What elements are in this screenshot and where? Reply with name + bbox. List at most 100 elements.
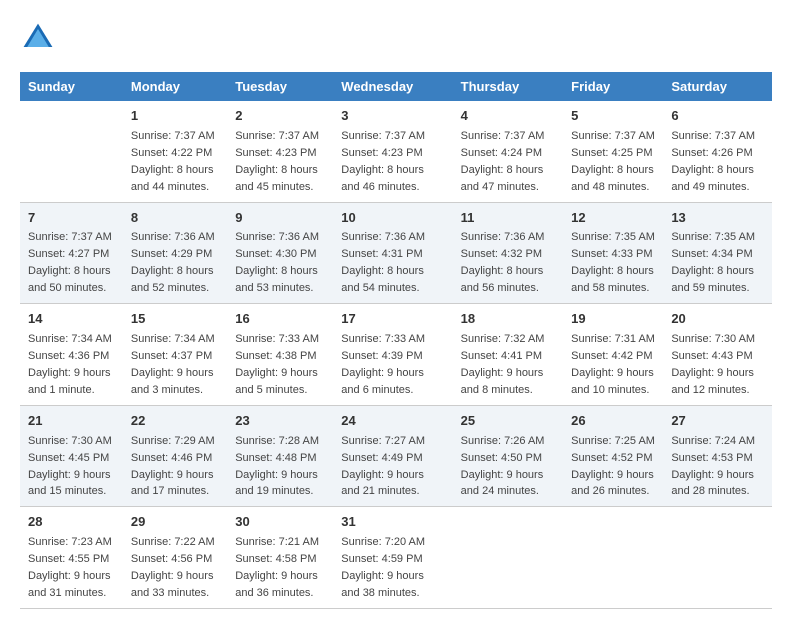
column-header-wednesday: Wednesday bbox=[333, 72, 452, 101]
day-info: Sunrise: 7:31 AMSunset: 4:42 PMDaylight:… bbox=[571, 333, 655, 396]
day-info: Sunrise: 7:30 AMSunset: 4:45 PMDaylight:… bbox=[28, 435, 112, 498]
day-info: Sunrise: 7:36 AMSunset: 4:30 PMDaylight:… bbox=[235, 231, 319, 294]
calendar-cell: 28 Sunrise: 7:23 AMSunset: 4:55 PMDaylig… bbox=[20, 507, 123, 609]
day-info: Sunrise: 7:33 AMSunset: 4:39 PMDaylight:… bbox=[341, 333, 425, 396]
calendar-cell: 17 Sunrise: 7:33 AMSunset: 4:39 PMDaylig… bbox=[333, 304, 452, 406]
day-info: Sunrise: 7:37 AMSunset: 4:27 PMDaylight:… bbox=[28, 231, 112, 294]
column-header-thursday: Thursday bbox=[453, 72, 564, 101]
day-number: 18 bbox=[461, 310, 556, 329]
day-number: 12 bbox=[571, 209, 655, 228]
calendar-cell: 31 Sunrise: 7:20 AMSunset: 4:59 PMDaylig… bbox=[333, 507, 452, 609]
day-number: 3 bbox=[341, 107, 444, 126]
calendar-cell: 25 Sunrise: 7:26 AMSunset: 4:50 PMDaylig… bbox=[453, 405, 564, 507]
day-number: 20 bbox=[671, 310, 764, 329]
day-info: Sunrise: 7:37 AMSunset: 4:26 PMDaylight:… bbox=[671, 130, 755, 193]
day-info: Sunrise: 7:21 AMSunset: 4:58 PMDaylight:… bbox=[235, 536, 319, 599]
calendar-table: SundayMondayTuesdayWednesdayThursdayFrid… bbox=[20, 72, 772, 609]
day-info: Sunrise: 7:29 AMSunset: 4:46 PMDaylight:… bbox=[131, 435, 215, 498]
day-number: 21 bbox=[28, 412, 115, 431]
day-info: Sunrise: 7:37 AMSunset: 4:22 PMDaylight:… bbox=[131, 130, 215, 193]
day-info: Sunrise: 7:22 AMSunset: 4:56 PMDaylight:… bbox=[131, 536, 215, 599]
day-number: 16 bbox=[235, 310, 325, 329]
day-number: 30 bbox=[235, 513, 325, 532]
day-info: Sunrise: 7:37 AMSunset: 4:25 PMDaylight:… bbox=[571, 130, 655, 193]
day-number: 26 bbox=[571, 412, 655, 431]
calendar-cell: 21 Sunrise: 7:30 AMSunset: 4:45 PMDaylig… bbox=[20, 405, 123, 507]
calendar-cell: 30 Sunrise: 7:21 AMSunset: 4:58 PMDaylig… bbox=[227, 507, 333, 609]
week-row-5: 28 Sunrise: 7:23 AMSunset: 4:55 PMDaylig… bbox=[20, 507, 772, 609]
day-number: 10 bbox=[341, 209, 444, 228]
calendar-cell: 5 Sunrise: 7:37 AMSunset: 4:25 PMDayligh… bbox=[563, 101, 663, 202]
calendar-cell: 23 Sunrise: 7:28 AMSunset: 4:48 PMDaylig… bbox=[227, 405, 333, 507]
calendar-cell: 27 Sunrise: 7:24 AMSunset: 4:53 PMDaylig… bbox=[663, 405, 772, 507]
day-number: 31 bbox=[341, 513, 444, 532]
day-number: 27 bbox=[671, 412, 764, 431]
calendar-cell: 6 Sunrise: 7:37 AMSunset: 4:26 PMDayligh… bbox=[663, 101, 772, 202]
calendar-cell: 29 Sunrise: 7:22 AMSunset: 4:56 PMDaylig… bbox=[123, 507, 227, 609]
calendar-cell bbox=[453, 507, 564, 609]
calendar-cell: 16 Sunrise: 7:33 AMSunset: 4:38 PMDaylig… bbox=[227, 304, 333, 406]
day-number: 9 bbox=[235, 209, 325, 228]
day-number: 13 bbox=[671, 209, 764, 228]
day-number: 7 bbox=[28, 209, 115, 228]
day-info: Sunrise: 7:25 AMSunset: 4:52 PMDaylight:… bbox=[571, 435, 655, 498]
day-number: 11 bbox=[461, 209, 556, 228]
day-info: Sunrise: 7:35 AMSunset: 4:34 PMDaylight:… bbox=[671, 231, 755, 294]
day-info: Sunrise: 7:36 AMSunset: 4:29 PMDaylight:… bbox=[131, 231, 215, 294]
day-info: Sunrise: 7:30 AMSunset: 4:43 PMDaylight:… bbox=[671, 333, 755, 396]
calendar-cell: 26 Sunrise: 7:25 AMSunset: 4:52 PMDaylig… bbox=[563, 405, 663, 507]
calendar-cell: 15 Sunrise: 7:34 AMSunset: 4:37 PMDaylig… bbox=[123, 304, 227, 406]
day-number: 17 bbox=[341, 310, 444, 329]
day-number: 24 bbox=[341, 412, 444, 431]
calendar-cell: 2 Sunrise: 7:37 AMSunset: 4:23 PMDayligh… bbox=[227, 101, 333, 202]
calendar-cell bbox=[563, 507, 663, 609]
day-number: 23 bbox=[235, 412, 325, 431]
day-number: 25 bbox=[461, 412, 556, 431]
day-info: Sunrise: 7:20 AMSunset: 4:59 PMDaylight:… bbox=[341, 536, 425, 599]
calendar-cell bbox=[20, 101, 123, 202]
day-number: 15 bbox=[131, 310, 219, 329]
day-number: 19 bbox=[571, 310, 655, 329]
column-headers: SundayMondayTuesdayWednesdayThursdayFrid… bbox=[20, 72, 772, 101]
week-row-4: 21 Sunrise: 7:30 AMSunset: 4:45 PMDaylig… bbox=[20, 405, 772, 507]
column-header-friday: Friday bbox=[563, 72, 663, 101]
day-info: Sunrise: 7:23 AMSunset: 4:55 PMDaylight:… bbox=[28, 536, 112, 599]
calendar-cell: 10 Sunrise: 7:36 AMSunset: 4:31 PMDaylig… bbox=[333, 202, 452, 304]
day-info: Sunrise: 7:37 AMSunset: 4:23 PMDaylight:… bbox=[235, 130, 319, 193]
day-number: 14 bbox=[28, 310, 115, 329]
day-number: 8 bbox=[131, 209, 219, 228]
day-info: Sunrise: 7:24 AMSunset: 4:53 PMDaylight:… bbox=[671, 435, 755, 498]
day-number: 5 bbox=[571, 107, 655, 126]
day-info: Sunrise: 7:32 AMSunset: 4:41 PMDaylight:… bbox=[461, 333, 545, 396]
calendar-cell: 14 Sunrise: 7:34 AMSunset: 4:36 PMDaylig… bbox=[20, 304, 123, 406]
day-info: Sunrise: 7:34 AMSunset: 4:37 PMDaylight:… bbox=[131, 333, 215, 396]
logo bbox=[20, 20, 62, 56]
day-info: Sunrise: 7:34 AMSunset: 4:36 PMDaylight:… bbox=[28, 333, 112, 396]
day-number: 2 bbox=[235, 107, 325, 126]
calendar-cell: 18 Sunrise: 7:32 AMSunset: 4:41 PMDaylig… bbox=[453, 304, 564, 406]
day-info: Sunrise: 7:37 AMSunset: 4:24 PMDaylight:… bbox=[461, 130, 545, 193]
day-number: 29 bbox=[131, 513, 219, 532]
calendar-cell: 20 Sunrise: 7:30 AMSunset: 4:43 PMDaylig… bbox=[663, 304, 772, 406]
calendar-cell: 22 Sunrise: 7:29 AMSunset: 4:46 PMDaylig… bbox=[123, 405, 227, 507]
calendar-cell: 24 Sunrise: 7:27 AMSunset: 4:49 PMDaylig… bbox=[333, 405, 452, 507]
calendar-cell: 9 Sunrise: 7:36 AMSunset: 4:30 PMDayligh… bbox=[227, 202, 333, 304]
calendar-cell bbox=[663, 507, 772, 609]
day-info: Sunrise: 7:37 AMSunset: 4:23 PMDaylight:… bbox=[341, 130, 425, 193]
day-info: Sunrise: 7:33 AMSunset: 4:38 PMDaylight:… bbox=[235, 333, 319, 396]
day-number: 28 bbox=[28, 513, 115, 532]
page-header bbox=[20, 20, 772, 56]
day-number: 22 bbox=[131, 412, 219, 431]
day-info: Sunrise: 7:36 AMSunset: 4:31 PMDaylight:… bbox=[341, 231, 425, 294]
day-number: 4 bbox=[461, 107, 556, 126]
calendar-cell: 19 Sunrise: 7:31 AMSunset: 4:42 PMDaylig… bbox=[563, 304, 663, 406]
week-row-1: 1 Sunrise: 7:37 AMSunset: 4:22 PMDayligh… bbox=[20, 101, 772, 202]
calendar-cell: 8 Sunrise: 7:36 AMSunset: 4:29 PMDayligh… bbox=[123, 202, 227, 304]
column-header-tuesday: Tuesday bbox=[227, 72, 333, 101]
day-number: 1 bbox=[131, 107, 219, 126]
day-info: Sunrise: 7:26 AMSunset: 4:50 PMDaylight:… bbox=[461, 435, 545, 498]
day-info: Sunrise: 7:36 AMSunset: 4:32 PMDaylight:… bbox=[461, 231, 545, 294]
column-header-saturday: Saturday bbox=[663, 72, 772, 101]
day-number: 6 bbox=[671, 107, 764, 126]
column-header-monday: Monday bbox=[123, 72, 227, 101]
